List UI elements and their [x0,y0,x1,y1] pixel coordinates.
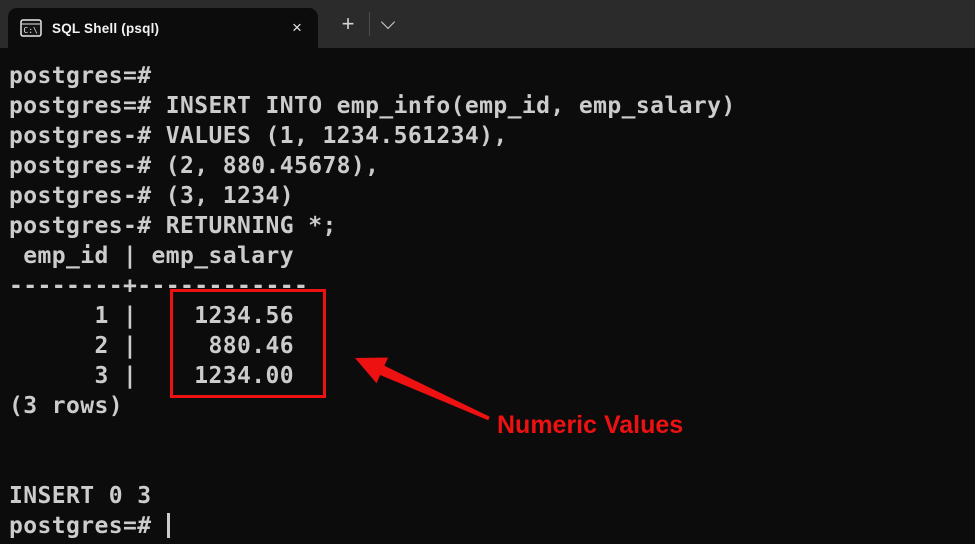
chevron-down-icon [381,14,395,28]
tab-dropdown-button[interactable] [375,0,401,48]
terminal-line: postgres-# VALUES (1, 1234.561234), [9,121,975,151]
terminal-line [9,421,975,451]
terminal-line: postgres-# (2, 880.45678), [9,151,975,181]
highlight-box [170,289,326,398]
tab-title: SQL Shell (psql) [52,21,159,36]
terminal-line: 2 | 880.46 [9,331,975,361]
tab-sql-shell[interactable]: C:\ SQL Shell (psql) × [8,8,318,48]
terminal-line: (3 rows) [9,391,975,421]
terminal-line: postgres=# [9,511,975,541]
close-tab-icon[interactable]: × [284,15,310,41]
terminal-line: 3 | 1234.00 [9,361,975,391]
command-prompt-icon: C:\ [20,19,42,37]
new-tab-button[interactable]: + [333,0,363,48]
terminal-line: postgres-# (3, 1234) [9,181,975,211]
terminal-line: --------+------------ [9,271,975,301]
terminal-line: postgres=# INSERT INTO emp_info(emp_id, … [9,91,975,121]
terminal-output[interactable]: postgres=#postgres=# INSERT INTO emp_inf… [0,48,975,544]
terminal-line: 1 | 1234.56 [9,301,975,331]
terminal-line: postgres-# RETURNING *; [9,211,975,241]
text-cursor [167,513,170,538]
terminal-line [9,451,975,481]
annotation-label: Numeric Values [497,411,683,440]
tab-bar: C:\ SQL Shell (psql) × + [0,0,975,48]
tab-bar-divider [369,12,370,36]
terminal-line: INSERT 0 3 [9,481,975,511]
terminal-line: postgres=# [9,61,975,91]
svg-text:C:\: C:\ [23,26,38,35]
terminal-line: emp_id | emp_salary [9,241,975,271]
